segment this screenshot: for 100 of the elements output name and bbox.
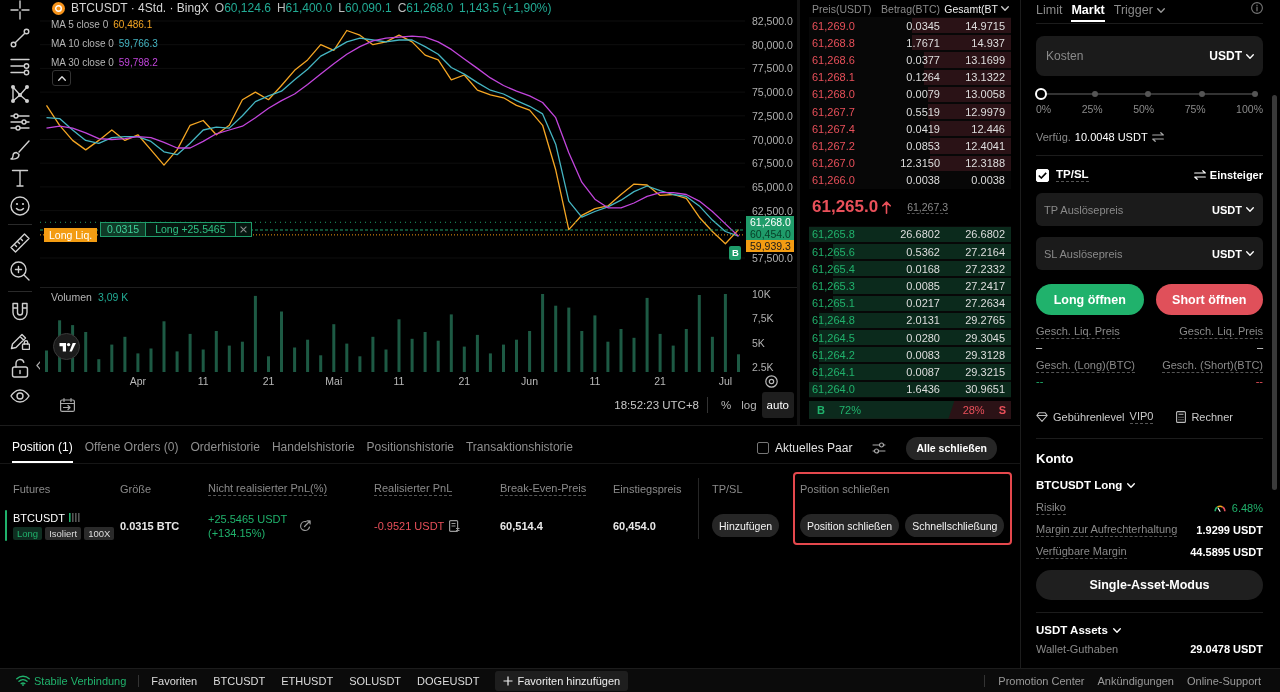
current-pair-checkbox[interactable]: [757, 442, 769, 454]
column-dropdown[interactable]: Gesamt(BT: [944, 2, 1009, 15]
order-price: 61,265.8: [812, 228, 856, 241]
scale-toggle[interactable]: auto: [761, 392, 794, 418]
add-favorite-button[interactable]: Favoriten hinzufügen: [495, 670, 629, 691]
trigger-price-field[interactable]: TP Auslösepreis USDT: [1036, 193, 1263, 226]
zoom-in-icon[interactable]: [10, 261, 30, 281]
chart-logo-icon: [53, 333, 80, 360]
footer-link[interactable]: Ankündigungen: [1097, 674, 1174, 687]
order-total: 29.3215: [965, 365, 1005, 378]
calculator-button[interactable]: Rechner: [1176, 411, 1233, 423]
asset-mode-button[interactable]: Single-Asset-Modus: [1036, 570, 1263, 600]
order-book-row[interactable]: 61,264.2 0.0083 29.3128: [809, 346, 1011, 364]
order-amount: 0.0345: [906, 19, 940, 32]
ruler-icon[interactable]: [10, 233, 30, 253]
cost-input-field[interactable]: Kosten USDT: [1036, 36, 1263, 76]
mode-toggle[interactable]: Einsteiger: [1193, 169, 1263, 181]
chevron-left-icon[interactable]: [36, 361, 41, 370]
price-axis-label: 75,000.0: [752, 86, 793, 98]
volume-bar: [97, 359, 101, 372]
parallel-lines-icon[interactable]: [10, 56, 30, 76]
footer-link[interactable]: Promotion Center: [998, 674, 1085, 687]
order-total: 0.0038: [971, 174, 1005, 187]
node-network-icon[interactable]: [10, 84, 30, 104]
order-price: 61,267.4: [812, 122, 856, 135]
order-total: 30.9651: [965, 383, 1005, 396]
scrollbar[interactable]: [1272, 95, 1277, 490]
history-tab[interactable]: Handelshistorie: [271, 433, 355, 463]
trigger-price-field[interactable]: SL Auslösepreis USDT: [1036, 237, 1263, 270]
order-book-row[interactable]: 61,265.3 0.0085 27.2417: [809, 277, 1011, 295]
order-book-row[interactable]: 61,265.8 26.6802 26.6802: [809, 225, 1011, 244]
order-price: 61,268.1: [812, 71, 856, 84]
order-type-tab[interactable]: Limit: [1036, 0, 1063, 22]
order-book-row[interactable]: 61,265.4 0.0168 27.2332: [809, 260, 1011, 278]
unlocked-lock-icon[interactable]: [10, 358, 30, 378]
order-book-row[interactable]: 61,268.6 0.0377 13.1699: [809, 51, 1011, 69]
favorite-symbol[interactable]: BTCUSDT: [213, 674, 266, 687]
sliders-tool-icon[interactable]: [10, 112, 30, 132]
swap-icon[interactable]: [1151, 132, 1164, 142]
history-tab[interactable]: Position (1): [12, 433, 73, 463]
order-type-tab[interactable]: Trigger: [1113, 0, 1165, 22]
calendar-icon[interactable]: [60, 398, 75, 412]
estimate-value: --: [1255, 375, 1263, 388]
volume-bar: [45, 350, 48, 372]
position-dropdown[interactable]: BTCUSDT Long: [1036, 479, 1136, 491]
document-icon[interactable]: [449, 519, 461, 532]
trend-line-icon[interactable]: [10, 28, 30, 48]
add-tpsl-button[interactable]: Hinzufügen: [712, 514, 780, 537]
order-type-tab[interactable]: Markt: [1071, 0, 1105, 22]
collapse-legend-button[interactable]: [52, 70, 71, 86]
history-tab[interactable]: Positionshistorie: [366, 433, 454, 463]
unit-dropdown[interactable]: USDT: [1212, 247, 1254, 260]
magnet-icon[interactable]: [10, 302, 30, 322]
favorite-symbol[interactable]: ETHUSDT: [281, 674, 334, 687]
short-button[interactable]: Short öffnen: [1155, 284, 1263, 315]
last-price: 61,265.0: [812, 197, 879, 218]
history-tab[interactable]: Orderhistorie: [190, 433, 260, 463]
order-book-row[interactable]: 61,265.6 0.5362 27.2164: [809, 243, 1011, 261]
volume-axis-label: 10K: [752, 288, 771, 300]
scale-toggle[interactable]: log: [736, 392, 762, 418]
column-header: Futures: [13, 482, 51, 496]
time-axis-label: 21: [262, 375, 275, 387]
filter-sliders-icon[interactable]: [872, 442, 887, 454]
account-label: Verfügbare Margin: [1036, 545, 1127, 559]
favorite-symbol[interactable]: DOGEUSDT: [417, 674, 480, 687]
eye-icon[interactable]: [10, 386, 30, 406]
order-book-row[interactable]: 61,267.2 0.0853 12.4041: [809, 137, 1011, 155]
unit-dropdown[interactable]: USDT: [1212, 203, 1254, 216]
history-tab[interactable]: Offene Orders (0): [84, 433, 179, 463]
order-book-row[interactable]: 61,269.0 0.0345 14.9715: [809, 17, 1011, 35]
info-icon[interactable]: [1251, 2, 1263, 14]
settings-icon[interactable]: [764, 374, 778, 388]
close-all-button[interactable]: Alle schließen: [906, 436, 997, 460]
order-price: 61,268.0: [812, 88, 856, 101]
close-position-button[interactable]: Schnellschließung: [905, 514, 1005, 537]
footer-link[interactable]: Online-Support: [1187, 674, 1261, 687]
order-total: 12.9979: [965, 105, 1005, 118]
text-tool-icon[interactable]: [10, 168, 30, 188]
assets-dropdown[interactable]: USDT Assets: [1036, 624, 1121, 636]
close-position-button[interactable]: Position schließen: [800, 514, 900, 537]
close-icon[interactable]: [239, 226, 247, 234]
history-tab[interactable]: Transaktionshistorie: [466, 433, 573, 463]
column-header: Betrag(BTC): [881, 2, 940, 15]
order-amount: 0.5362: [906, 245, 940, 258]
volume-bar: [475, 334, 479, 372]
favorite-symbol[interactable]: SOLUSDT: [349, 674, 402, 687]
share-icon[interactable]: [299, 519, 312, 532]
order-book-row[interactable]: 61,267.4 0.0419 12.446: [809, 120, 1011, 138]
order-book-row[interactable]: 61,264.5 0.0280 29.3045: [809, 329, 1011, 347]
order-price: 61,265.4: [812, 262, 856, 275]
sell-percentage: 28%: [962, 403, 985, 416]
unit-dropdown[interactable]: USDT: [1209, 49, 1254, 63]
smiley-icon[interactable]: [10, 196, 30, 216]
brush-icon[interactable]: [10, 140, 30, 160]
tpsl-checkbox[interactable]: [1036, 168, 1049, 182]
scale-toggle[interactable]: %: [716, 392, 737, 418]
crosshair-icon[interactable]: [10, 0, 30, 20]
order-book-row[interactable]: 61,268.8 1.7671 14.937: [809, 34, 1011, 52]
slider-thumb[interactable]: [1035, 88, 1047, 100]
order-book-row[interactable]: 61,264.1 0.0087 29.3215: [809, 363, 1011, 381]
